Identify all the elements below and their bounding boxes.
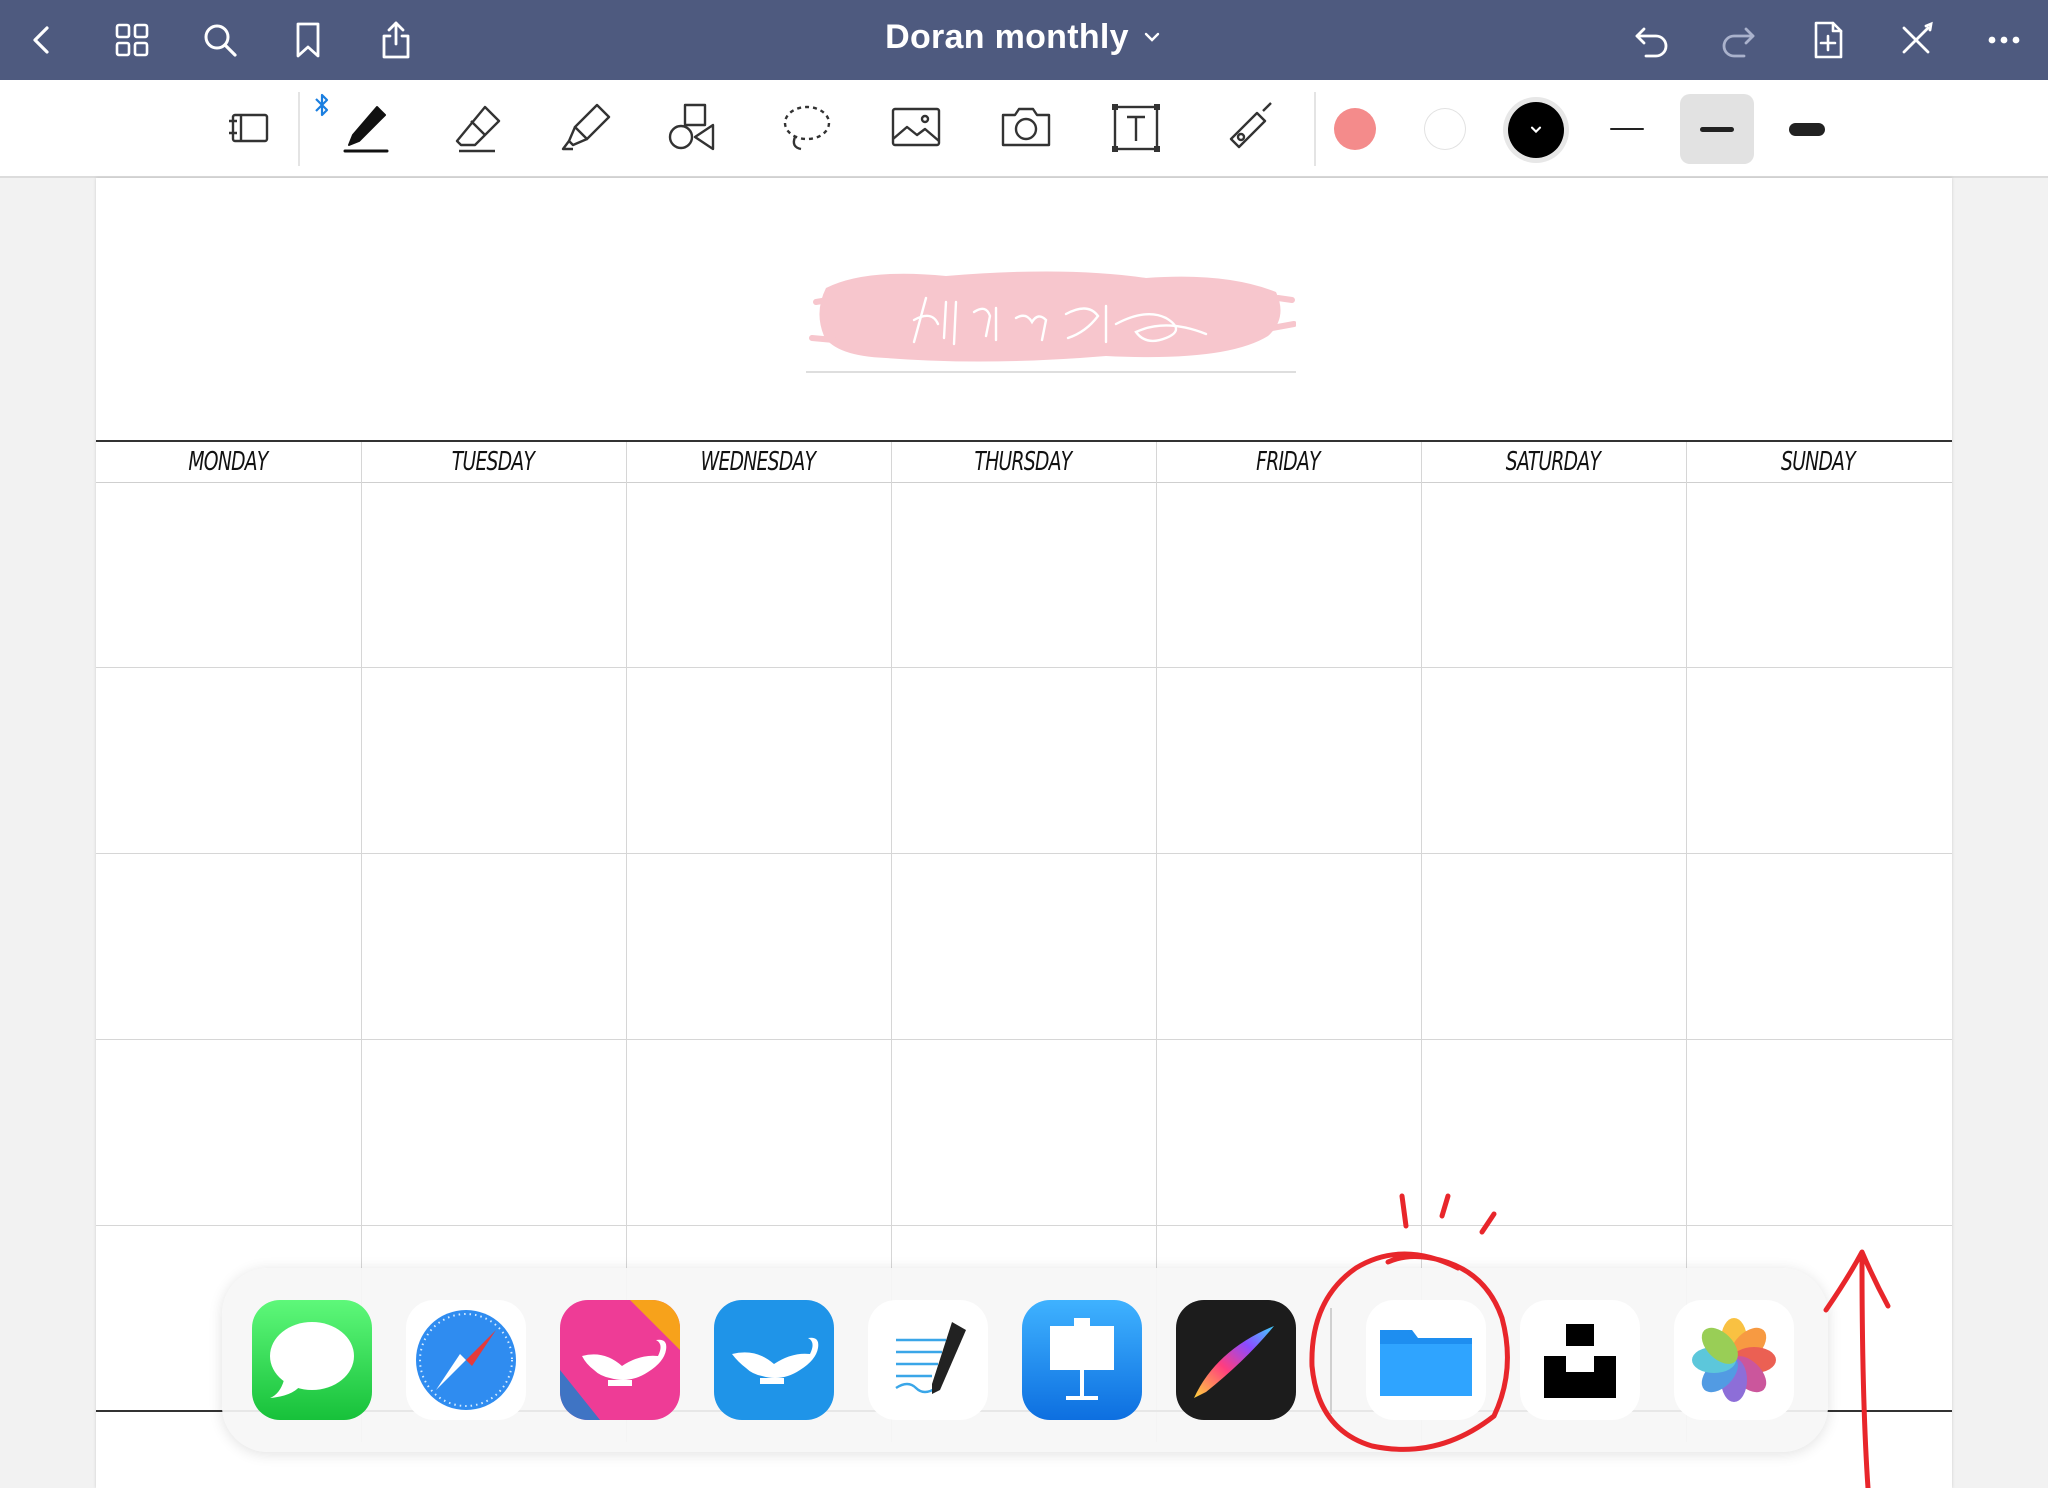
day-header-saturday: SATURDAY	[1505, 447, 1601, 477]
camera-icon[interactable]	[994, 96, 1058, 160]
tool-bar	[0, 80, 2048, 178]
color-swatch-white[interactable]	[1424, 108, 1466, 150]
lasso-icon[interactable]	[774, 96, 838, 160]
unsplash-app-icon[interactable]	[1520, 1300, 1640, 1420]
close-pen-icon[interactable]	[1890, 14, 1942, 66]
share-icon[interactable]	[370, 14, 422, 66]
messages-app-icon[interactable]	[252, 1300, 372, 1420]
procreate-app-icon[interactable]	[1176, 1300, 1296, 1420]
document-title-menu[interactable]: Doran monthly	[885, 18, 1163, 57]
add-page-icon[interactable]	[1802, 14, 1854, 66]
day-header-sunday: SUNDAY	[1781, 447, 1856, 477]
day-header-monday: MONDAY	[188, 447, 268, 477]
day-header-friday: FRIDAY	[1256, 447, 1320, 477]
color-swatch-black-selected[interactable]	[1508, 102, 1564, 158]
stroke-width-medium-selected[interactable]	[1680, 94, 1754, 164]
pen-icon[interactable]	[334, 96, 398, 160]
dock-separator	[1330, 1308, 1332, 1414]
chevron-down-icon	[1144, 32, 1160, 42]
grid-icon[interactable]	[106, 14, 158, 66]
stroke-width-thick[interactable]	[1770, 94, 1844, 164]
notes-writing-app-icon[interactable]	[868, 1300, 988, 1420]
eraser-icon[interactable]	[446, 96, 510, 160]
document-title: Doran monthly	[885, 17, 1129, 56]
text-box-icon[interactable]	[1104, 96, 1168, 160]
color-swatch-pink[interactable]	[1334, 108, 1376, 150]
back-icon[interactable]	[16, 14, 68, 66]
search-icon[interactable]	[194, 14, 246, 66]
lamp-app-icon[interactable]	[714, 1300, 834, 1420]
toolbar-divider	[298, 92, 300, 166]
aladdin-lamp-app-icon[interactable]	[560, 1300, 680, 1420]
redo-icon[interactable]	[1712, 14, 1764, 66]
safari-app-icon[interactable]	[406, 1300, 526, 1420]
page-view-icon[interactable]	[218, 96, 282, 160]
grid-row-line	[96, 853, 1952, 854]
highlighter-icon[interactable]	[554, 96, 618, 160]
toolbar-divider	[1314, 92, 1316, 166]
day-header-wednesday: WEDNESDAY	[700, 447, 816, 477]
files-app-icon[interactable]	[1366, 1300, 1486, 1420]
header-brush-lettering	[806, 271, 1296, 373]
grid-row-line	[96, 1225, 1952, 1226]
grid-row-line	[96, 667, 1952, 668]
top-navigation-bar: Doran monthly	[0, 0, 2048, 80]
day-header-thursday: THURSDAY	[974, 447, 1072, 477]
grid-row-line	[96, 1039, 1952, 1040]
undo-icon[interactable]	[1626, 14, 1678, 66]
app-dock	[222, 1268, 1828, 1452]
bookmark-icon[interactable]	[282, 14, 334, 66]
keynote-app-icon[interactable]	[1022, 1300, 1142, 1420]
day-header-tuesday: TUESDAY	[451, 447, 535, 477]
laser-pointer-icon[interactable]	[1216, 96, 1280, 160]
image-icon[interactable]	[884, 96, 948, 160]
shapes-icon[interactable]	[662, 96, 726, 160]
stroke-width-thin[interactable]	[1590, 94, 1664, 164]
bluetooth-icon	[315, 93, 329, 117]
photos-app-icon[interactable]	[1674, 1300, 1794, 1420]
more-icon[interactable]	[1978, 14, 2030, 66]
chevron-down-icon	[1530, 126, 1542, 134]
calendar-header-rule	[96, 482, 1952, 483]
